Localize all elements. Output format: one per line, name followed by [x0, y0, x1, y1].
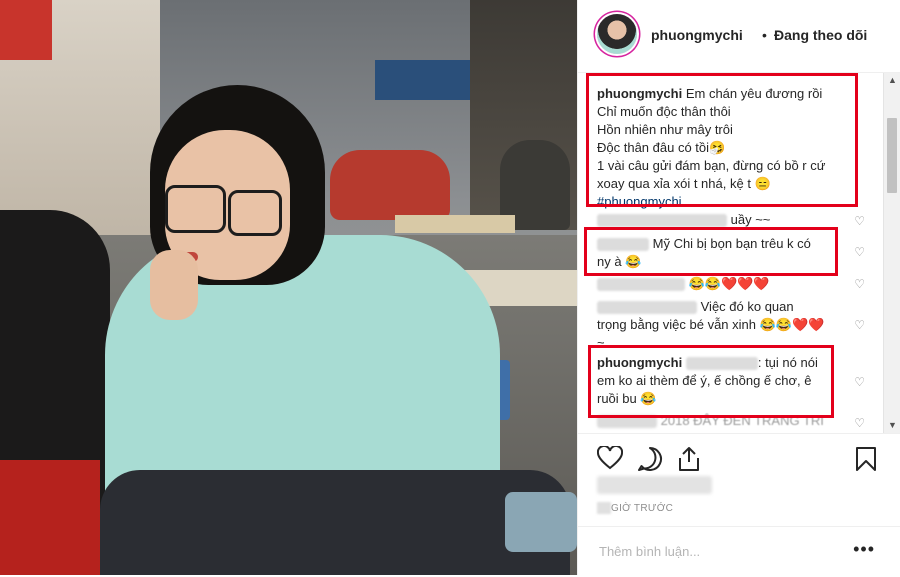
post-photo[interactable]: [0, 0, 577, 575]
photo-jeans: [100, 470, 570, 575]
blurred-username: [597, 301, 697, 315]
comment-bubble-icon[interactable]: [637, 446, 663, 472]
highlight-box-reply: [588, 345, 834, 418]
post-header: phuongmychi • Đang theo dõi: [578, 0, 900, 73]
add-comment-bar: Thêm bình luận... •••: [578, 526, 900, 577]
comment-like-heart-icon[interactable]: ♡: [854, 318, 865, 332]
comment-text: uầy ~~: [730, 212, 771, 227]
comment-text: trọng bằng việc bé vẫn xinh 😂😂❤️❤️: [597, 317, 825, 332]
header-username[interactable]: phuongmychi: [651, 27, 743, 43]
photo-motorbike: [330, 150, 450, 220]
comment-like-heart-icon[interactable]: ♡: [854, 245, 865, 259]
more-options-icon[interactable]: •••: [853, 539, 875, 560]
comment-like-heart-icon[interactable]: ♡: [854, 214, 865, 228]
comment-item: Việc đó ko quan trọng bằng việc bé vẫn x…: [597, 298, 857, 352]
time-ago-number-blurred: [597, 502, 611, 514]
scroll-up-arrow-icon[interactable]: ▲: [884, 73, 900, 88]
header-separator: •: [762, 27, 767, 43]
comment-like-heart-icon[interactable]: ♡: [854, 277, 865, 291]
photo-tattoo-sign: [375, 60, 470, 100]
avatar[interactable]: [597, 14, 637, 54]
highlight-box-comment: [584, 227, 838, 276]
like-heart-icon[interactable]: [597, 446, 623, 470]
comment-text: Việc đó ko quan: [700, 299, 794, 314]
comment-like-heart-icon[interactable]: ♡: [854, 416, 865, 430]
post-actions: GIỜ TRƯỚC Thêm bình luận... •••: [578, 433, 900, 576]
photo-hand: [150, 250, 198, 320]
post-timestamp: GIỜ TRƯỚC: [611, 503, 674, 514]
add-comment-input[interactable]: Thêm bình luận...: [599, 544, 700, 559]
likes-count-blurred[interactable]: [597, 476, 712, 494]
photo-shop-sign: [0, 0, 52, 60]
post-side-panel: phuongmychi • Đang theo dõi phuongmychi …: [577, 0, 900, 575]
photo-glasses: [228, 190, 282, 236]
share-icon[interactable]: [677, 446, 701, 472]
comment-like-heart-icon[interactable]: ♡: [854, 375, 865, 389]
photo-phone: [505, 492, 577, 552]
comment-item: 😂😂❤️❤️❤️: [597, 275, 857, 293]
blurred-username: [597, 214, 727, 228]
scroll-down-arrow-icon[interactable]: ▼: [884, 418, 900, 433]
comments-scrollbar[interactable]: ▲ ▼: [883, 73, 900, 433]
following-button[interactable]: Đang theo dõi: [774, 27, 867, 43]
bookmark-icon[interactable]: [855, 446, 877, 472]
photo-red-garment: [0, 460, 100, 575]
photo-glasses: [165, 185, 226, 233]
blurred-username: [597, 278, 685, 292]
highlight-box-caption: [586, 73, 858, 207]
scrollbar-thumb[interactable]: [887, 118, 897, 193]
comment-text: 😂😂❤️❤️❤️: [688, 276, 770, 291]
photo-table: [395, 215, 515, 233]
